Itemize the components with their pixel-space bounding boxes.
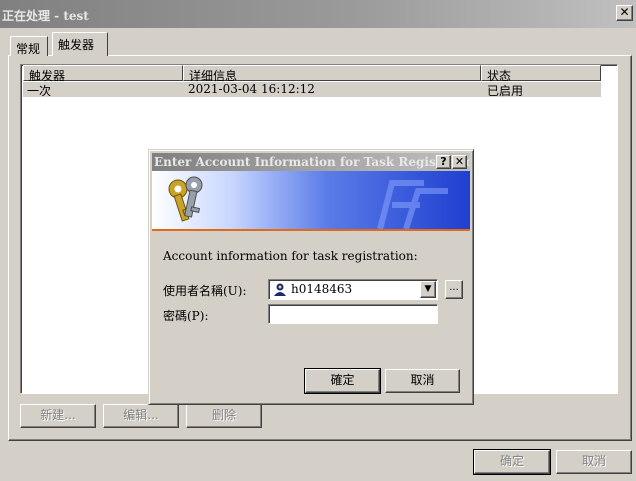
tab-general[interactable]: 常规 — [10, 36, 48, 56]
close-icon: ✕ — [454, 155, 465, 168]
chevron-down-icon: ▼ — [424, 284, 432, 294]
combobox-dropdown-button[interactable]: ▼ — [420, 281, 436, 298]
new-button-label: 新建... — [40, 408, 76, 422]
password-label: 密碼(P): — [163, 309, 209, 323]
column-header-details[interactable]: 详细信息 — [183, 65, 481, 83]
cancel-button-label: 取消 — [581, 454, 606, 468]
dialog-ok-label: 確定 — [330, 373, 355, 387]
dialog-banner — [152, 171, 470, 229]
window-title: 正在处理 - test — [2, 9, 89, 23]
banner-decoration-icon — [377, 180, 448, 229]
user-icon — [274, 283, 286, 296]
username-value: h0148463 — [291, 282, 353, 296]
edit-button[interactable]: 编辑... — [103, 404, 179, 428]
password-input[interactable] — [268, 304, 438, 324]
column-header-trigger[interactable]: 触发器 — [23, 65, 183, 83]
dialog-cancel-button[interactable]: 取消 — [385, 369, 460, 393]
column-header-label: 触发器 — [29, 69, 66, 83]
username-combobox[interactable]: h0148463 ▼ — [268, 279, 438, 300]
column-header-label: 状态 — [487, 69, 512, 83]
delete-button[interactable]: 删除 — [186, 404, 262, 428]
table-row[interactable]: 一次 2021-03-04 16:12:12 已启用 — [23, 82, 601, 98]
dialog-title-bar[interactable]: Enter Account Information for Task Regis… — [152, 153, 470, 171]
dialog-ok-button[interactable]: 確定 — [304, 368, 381, 394]
window-close-button[interactable]: ✕ — [616, 5, 633, 21]
dialog-description: Account information for task registratio… — [163, 249, 418, 263]
cell-details: 2021-03-04 16:12:12 — [188, 82, 315, 96]
keys-icon — [168, 176, 203, 222]
browse-user-button[interactable]: ... — [445, 280, 463, 299]
tab-general-label: 常规 — [16, 42, 41, 56]
edit-button-label: 编辑... — [123, 408, 159, 422]
banner-divider — [152, 229, 470, 231]
delete-button-label: 删除 — [211, 408, 236, 422]
window-title-bar[interactable]: 正在处理 - test — [0, 0, 636, 28]
cell-status: 已启用 — [487, 84, 524, 98]
dialog-cancel-label: 取消 — [410, 373, 435, 387]
dialog-title: Enter Account Information for Task Regis… — [154, 155, 470, 169]
username-label: 使用者名稱(U): — [163, 284, 247, 298]
close-icon: ✕ — [619, 5, 630, 19]
column-header-label: 详细信息 — [189, 69, 238, 83]
account-info-dialog: Enter Account Information for Task Regis… — [148, 149, 474, 405]
browse-button-label: ... — [449, 282, 459, 293]
dialog-help-button[interactable]: ? — [436, 155, 451, 169]
cancel-button[interactable]: 取消 — [556, 450, 632, 474]
column-header-status[interactable]: 状态 — [481, 65, 601, 83]
cell-trigger: 一次 — [27, 84, 52, 98]
dialog-close-button[interactable]: ✕ — [452, 155, 467, 169]
ok-button[interactable]: 确定 — [473, 449, 551, 475]
new-button[interactable]: 新建... — [20, 404, 96, 428]
ok-button-label: 确定 — [499, 454, 524, 468]
tab-triggers[interactable]: 触发器 — [52, 32, 108, 56]
tab-triggers-label: 触发器 — [58, 38, 95, 52]
help-icon: ? — [440, 155, 447, 168]
